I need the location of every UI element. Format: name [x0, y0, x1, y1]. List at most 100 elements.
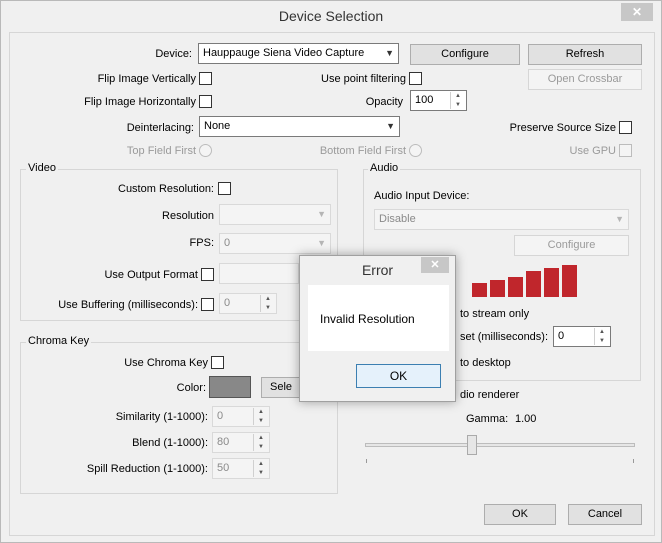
audio-input-device-combo[interactable]: Disable ▼ — [374, 209, 629, 230]
audio-offset-stepper[interactable]: 0 ▲ ▼ — [553, 326, 611, 347]
refresh-button[interactable]: Refresh — [528, 44, 642, 65]
custom-resolution-label: Custom Resolution: — [118, 183, 214, 195]
fps-label: FPS: — [189, 237, 214, 249]
spill-reduction-value: 50 — [217, 462, 230, 474]
close-icon[interactable]: ✕ — [621, 3, 653, 21]
desktop-label: to desktop — [460, 357, 511, 369]
device-label: Device: — [155, 48, 192, 60]
audio-meter-bar — [490, 280, 505, 297]
spin-up-icon[interactable]: ▲ — [261, 295, 275, 303]
spill-reduction-stepper[interactable]: 50 ▲ ▼ — [212, 458, 270, 479]
ok-button[interactable]: OK — [484, 504, 556, 525]
spin-up-icon[interactable]: ▲ — [595, 328, 609, 336]
gamma-label: Gamma: — [466, 413, 509, 425]
device-combo-value: Hauppauge Siena Video Capture — [203, 47, 365, 59]
blend-stepper[interactable]: 80 ▲ ▼ — [212, 432, 270, 453]
audio-meter-bar — [544, 268, 559, 297]
fps-combo[interactable]: 0 ▼ — [219, 233, 331, 254]
fps-value: 0 — [224, 237, 231, 249]
chevron-down-icon: ▼ — [317, 238, 326, 248]
gamma-slider-track[interactable] — [365, 443, 635, 447]
cancel-button[interactable]: Cancel — [568, 504, 642, 525]
spin-down-icon[interactable]: ▼ — [595, 337, 609, 345]
spill-reduction-label: Spill Reduction (1-1000): — [86, 463, 208, 475]
custom-resolution-checkbox[interactable] — [218, 182, 231, 195]
use-chroma-key-label: Use Chroma Key — [124, 357, 208, 369]
video-group-title: Video — [26, 162, 58, 174]
bottom-field-first-radio[interactable] — [409, 144, 422, 157]
spin-down-icon[interactable]: ▼ — [254, 469, 268, 477]
opacity-stepper[interactable]: 100 ▲ ▼ — [410, 90, 467, 111]
device-combo[interactable]: Hauppauge Siena Video Capture ▼ — [198, 43, 399, 64]
point-filtering-checkbox[interactable] — [409, 72, 422, 85]
audio-meter-bar — [472, 283, 487, 297]
output-format-combo[interactable] — [219, 263, 299, 284]
blend-label: Blend (1-1000): — [132, 437, 208, 449]
window-title: Device Selection — [278, 8, 384, 24]
chroma-color-swatch[interactable] — [209, 376, 251, 398]
similarity-stepper[interactable]: 0 ▲ ▼ — [212, 406, 270, 427]
flip-vertical-label: Flip Image Vertically — [97, 73, 196, 85]
opacity-label: Opacity — [365, 96, 403, 108]
preserve-source-size-checkbox[interactable] — [619, 121, 632, 134]
spin-down-icon[interactable]: ▼ — [254, 443, 268, 451]
stream-only-label: to stream only — [460, 308, 530, 320]
similarity-value: 0 — [217, 410, 224, 422]
use-chroma-key-checkbox[interactable] — [211, 356, 224, 369]
deinterlacing-combo[interactable]: None ▼ — [199, 116, 400, 137]
open-crossbar-button[interactable]: Open Crossbar — [528, 69, 642, 90]
audio-configure-button[interactable]: Configure — [514, 235, 629, 256]
device-selection-window: Device Selection ✕ Device: Hauppauge Sie… — [0, 0, 662, 543]
resolution-label: Resolution — [162, 210, 214, 222]
use-output-format-checkbox[interactable] — [201, 268, 214, 281]
use-gpu-checkbox[interactable] — [619, 144, 632, 157]
slider-tick — [366, 459, 367, 463]
blend-value: 80 — [217, 436, 230, 448]
flip-vertical-checkbox[interactable] — [199, 72, 212, 85]
audio-meter-bar — [526, 271, 541, 297]
deinterlacing-value: None — [204, 120, 231, 132]
audio-renderer-label: dio renderer — [460, 389, 520, 401]
error-ok-button[interactable]: OK — [356, 364, 441, 388]
spin-up-icon[interactable]: ▲ — [254, 434, 268, 442]
spin-down-icon[interactable]: ▼ — [451, 101, 465, 109]
chroma-key-group-title: Chroma Key — [26, 335, 92, 347]
flip-horizontal-label: Flip Image Horizontally — [84, 96, 196, 108]
top-field-first-label: Top Field First — [126, 145, 196, 157]
error-dialog-body: Invalid Resolution — [308, 285, 449, 351]
use-output-format-label: Use Output Format — [104, 269, 198, 281]
resolution-combo[interactable]: ▼ — [219, 204, 331, 225]
select-color-button[interactable]: Sele — [261, 377, 301, 398]
gamma-value: 1.00 — [515, 413, 537, 425]
top-field-first-radio[interactable] — [199, 144, 212, 157]
spin-up-icon[interactable]: ▲ — [254, 408, 268, 416]
buffering-value: 0 — [224, 297, 231, 309]
spin-down-icon[interactable]: ▼ — [261, 304, 275, 312]
point-filtering-label: Use point filtering — [321, 73, 406, 85]
title-bar[interactable]: Device Selection ✕ — [1, 1, 661, 31]
audio-offset-value: 0 — [558, 330, 565, 342]
bottom-field-first-label: Bottom Field First — [319, 145, 406, 157]
preserve-source-size-label: Preserve Source Size — [509, 122, 616, 134]
use-buffering-checkbox[interactable] — [201, 298, 214, 311]
audio-meter-bar — [562, 265, 577, 297]
audio-input-device-value: Disable — [379, 213, 416, 225]
audio-group-title: Audio — [368, 162, 401, 174]
spin-up-icon[interactable]: ▲ — [254, 460, 268, 468]
audio-offset-label: set (milliseconds): — [460, 331, 549, 343]
deinterlacing-label: Deinterlacing: — [126, 122, 194, 134]
spin-down-icon[interactable]: ▼ — [254, 417, 268, 425]
chevron-down-icon: ▼ — [317, 209, 326, 219]
color-label: Color: — [176, 382, 206, 394]
audio-input-device-label: Audio Input Device: — [374, 190, 470, 202]
error-message: Invalid Resolution — [320, 312, 415, 326]
close-icon[interactable]: ✕ — [421, 257, 449, 273]
device-configure-button[interactable]: Configure — [410, 44, 520, 65]
slider-tick — [633, 459, 634, 463]
chevron-down-icon: ▼ — [615, 214, 624, 224]
buffering-stepper[interactable]: 0 ▲ ▼ — [219, 293, 277, 314]
gamma-slider-thumb[interactable] — [467, 435, 477, 455]
flip-horizontal-checkbox[interactable] — [199, 95, 212, 108]
chevron-down-icon: ▼ — [385, 48, 394, 58]
spin-up-icon[interactable]: ▲ — [451, 92, 465, 100]
